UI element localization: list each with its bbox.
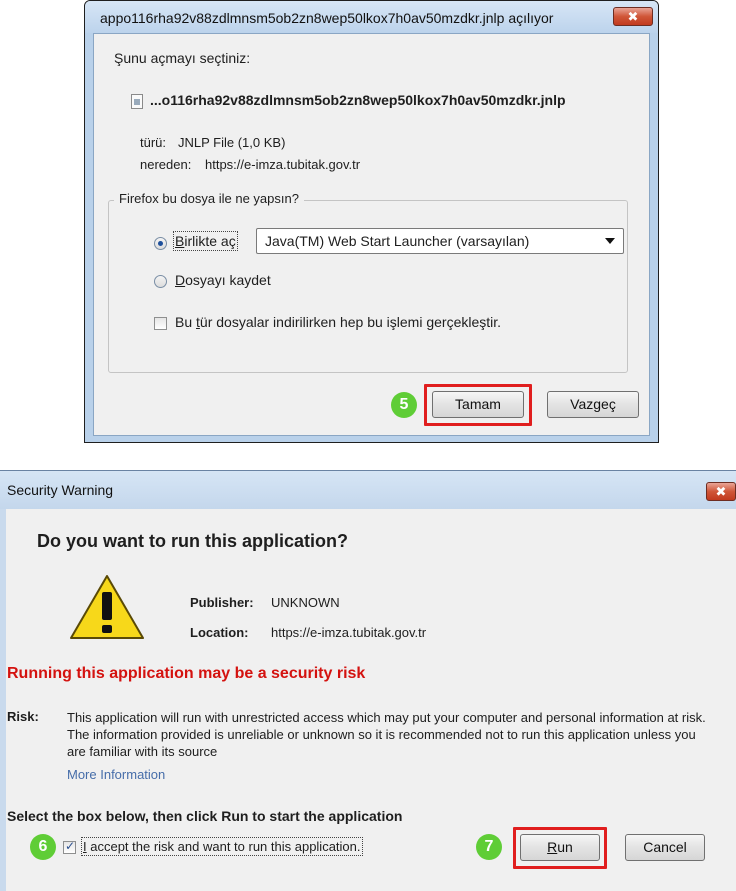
save-file-rest: osyayı kaydet (185, 272, 271, 288)
risk-label: Risk: (7, 709, 39, 724)
risk-description: This application will run with unrestric… (67, 710, 706, 759)
file-source-label: nereden: (140, 157, 192, 172)
open-with-radio[interactable] (154, 237, 167, 250)
open-with-app-select[interactable]: Java(TM) Web Start Launcher (varsayılan) (256, 228, 624, 254)
action-group-label: Firefox bu dosya ile ne yapsın? (114, 191, 304, 206)
remember-prefix: Bu (175, 314, 197, 330)
dialog-titlebar: Security Warning ✖ (0, 471, 736, 509)
file-type-label: türü: (140, 135, 167, 150)
dialog-title: Security Warning (7, 482, 114, 498)
publisher-label: Publisher: (190, 595, 254, 610)
publisher-value: UNKNOWN (271, 595, 340, 610)
accept-risk-checkbox[interactable] (63, 839, 76, 854)
ok-button[interactable]: Tamam (432, 391, 524, 418)
prompt-text: Şunu açmayı seçtiniz: (114, 50, 251, 66)
accept-risk-rest: accept the risk and want to run this app… (86, 839, 361, 854)
file-icon (131, 94, 143, 109)
close-button[interactable]: ✖ (613, 7, 653, 26)
warning-icon (70, 575, 144, 639)
cancel-button[interactable]: Cancel (625, 834, 705, 861)
save-file-label[interactable]: Dosyayı kaydet (175, 272, 271, 288)
close-button[interactable]: ✖ (706, 482, 736, 501)
location-label: Location: (190, 625, 249, 640)
run-button[interactable]: Run (520, 834, 600, 861)
remember-checkbox[interactable] (154, 317, 167, 330)
firefox-open-dialog: appo116rha92v88zdlmnsm5ob2zn8wep50lkox7h… (84, 0, 659, 443)
file-source-value: https://e-imza.tubitak.gov.tr (205, 157, 361, 172)
more-information-link[interactable]: More Information (67, 767, 165, 782)
dialog-title: appo116rha92v88zdlmnsm5ob2zn8wep50lkox7h… (100, 10, 554, 26)
open-with-accel: B (175, 233, 185, 249)
dialog-body: Şunu açmayı seçtiniz: ...o116rha92v88zdl… (93, 33, 650, 436)
chevron-down-icon (605, 238, 615, 244)
file-name: ...o116rha92v88zdlmnsm5ob2zn8wep50lkox7h… (150, 92, 566, 108)
save-file-radio[interactable] (154, 275, 167, 288)
risk-heading: Running this application may be a securi… (7, 665, 366, 682)
security-warning-dialog: Security Warning ✖ Do you want to run th… (0, 470, 736, 891)
dialog-heading: Do you want to run this application? (37, 531, 348, 551)
step-badge-6: 6 (30, 834, 56, 860)
dialog-titlebar: appo116rha92v88zdlmnsm5ob2zn8wep50lkox7h… (85, 1, 658, 33)
open-with-app-value: Java(TM) Web Start Launcher (varsayılan) (265, 233, 530, 249)
accept-risk-label[interactable]: I accept the risk and want to run this a… (81, 837, 363, 856)
instruction-text: Select the box below, then click Run to … (7, 808, 403, 824)
dialog-body: Do you want to run this application? Pub… (6, 509, 736, 891)
step-badge-7: 7 (476, 834, 502, 860)
step-badge-5: 5 (391, 392, 417, 418)
remember-label[interactable]: Bu tür dosyalar indirilirken hep bu işle… (175, 314, 501, 330)
open-with-label[interactable]: Birlikte aç (173, 231, 238, 251)
open-with-rest: irlikte aç (184, 233, 236, 249)
location-value: https://e-imza.tubitak.gov.tr (271, 625, 427, 640)
run-accel: R (547, 839, 558, 855)
cancel-button[interactable]: Vazgeç (547, 391, 639, 418)
remember-rest: ür dosyalar indirilirken hep bu işlemi g… (199, 314, 502, 330)
run-rest: un (557, 839, 573, 855)
save-file-accel: D (175, 272, 186, 288)
file-type-value: JNLP File (1,0 KB) (178, 135, 286, 150)
